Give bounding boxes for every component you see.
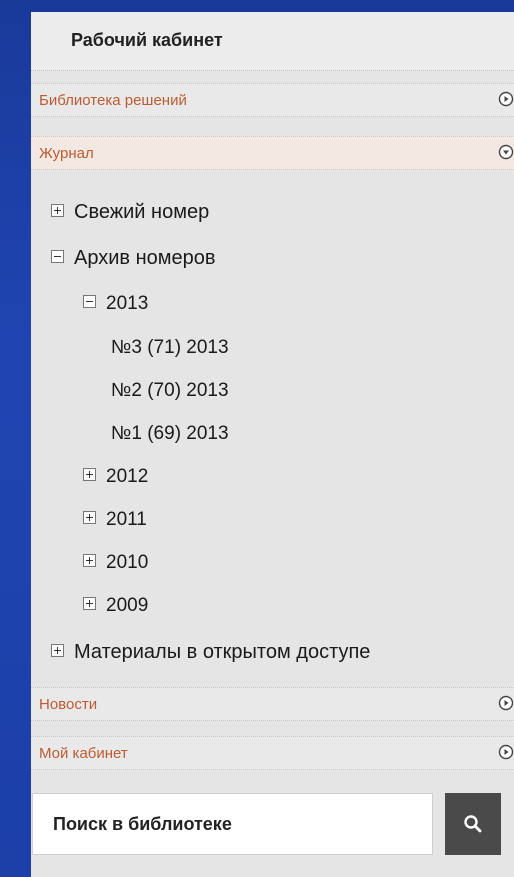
tree-item-year-2013[interactable]: 2013 <box>83 292 148 316</box>
tree-item-year-2009[interactable]: 2009 <box>83 594 148 618</box>
search-button[interactable] <box>445 793 501 855</box>
arrow-right-circle-icon <box>498 695 514 711</box>
expand-icon[interactable] <box>83 554 96 567</box>
tree-item-label: 2009 <box>106 595 149 616</box>
section-my-cabinet[interactable]: Мой кабинет <box>31 736 514 770</box>
tree-item-label: Свежий номер <box>74 201 210 223</box>
tree-item-label: Архив номеров <box>74 247 216 269</box>
arrow-down-circle-icon <box>498 144 514 160</box>
expand-icon[interactable] <box>83 468 96 481</box>
tree-item-archive[interactable]: Архив номеров <box>51 246 216 270</box>
tree-item-label: 2010 <box>106 552 149 573</box>
search-icon <box>464 815 482 833</box>
cabinet-title: Рабочий кабинет <box>71 30 223 50</box>
issue-link[interactable]: №2 (70) 2013 <box>111 379 229 403</box>
expand-icon[interactable] <box>83 511 96 524</box>
sidebar-panel: Рабочий кабинет Библиотека решений Журна… <box>31 12 514 877</box>
tree-item-year-2011[interactable]: 2011 <box>83 508 147 532</box>
collapse-icon[interactable] <box>51 250 64 263</box>
tree-item-label: 2013 <box>106 293 149 314</box>
section-solutions-library[interactable]: Библиотека решений <box>31 83 514 117</box>
search-input[interactable]: Поиск в библиотеке <box>32 793 433 855</box>
issue-link[interactable]: №3 (71) 2013 <box>111 336 229 360</box>
expand-icon[interactable] <box>83 597 96 610</box>
section-label: Библиотека решений <box>39 92 187 109</box>
section-journal[interactable]: Журнал <box>31 136 514 170</box>
search-placeholder: Поиск в библиотеке <box>53 814 232 834</box>
tree-item-label: Материалы в открытом доступе <box>74 641 371 663</box>
arrow-right-circle-icon <box>498 91 514 107</box>
issue-link[interactable]: №1 (69) 2013 <box>111 422 229 446</box>
tree-item-label: 2011 <box>106 509 147 530</box>
expand-icon[interactable] <box>51 644 64 657</box>
section-label: Мой кабинет <box>39 745 128 762</box>
tree-item-fresh-issue[interactable]: Свежий номер <box>51 200 209 224</box>
section-label: Журнал <box>39 145 94 162</box>
arrow-right-circle-icon <box>498 744 514 760</box>
expand-icon[interactable] <box>51 204 64 217</box>
collapse-icon[interactable] <box>83 295 96 308</box>
tree-item-open-access[interactable]: Материалы в открытом доступе <box>51 640 370 664</box>
section-news[interactable]: Новости <box>31 687 514 721</box>
tree-item-year-2010[interactable]: 2010 <box>83 551 148 575</box>
tree-item-label: 2012 <box>106 466 149 487</box>
cabinet-header: Рабочий кабинет <box>31 12 514 71</box>
section-label: Новости <box>39 696 98 713</box>
tree-item-year-2012[interactable]: 2012 <box>83 465 148 489</box>
